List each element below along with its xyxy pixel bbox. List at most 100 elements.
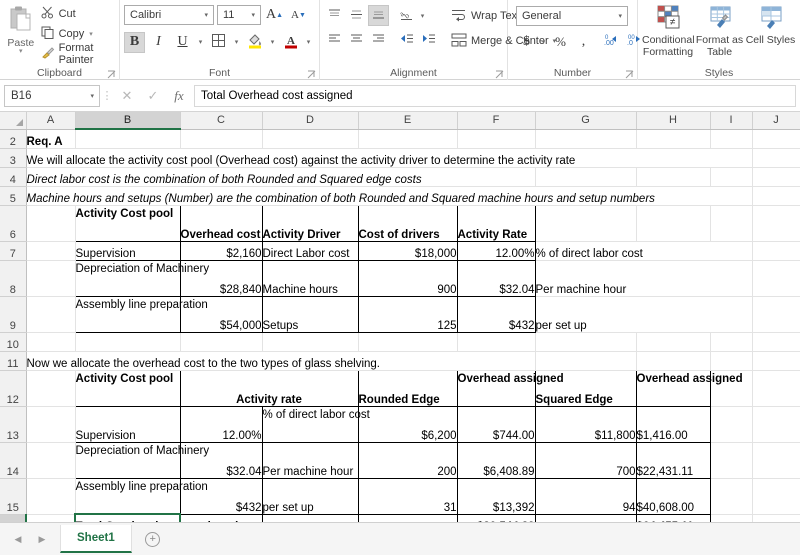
- cell-a15[interactable]: [26, 478, 75, 514]
- cell-d13[interactable]: % of direct labor cost: [262, 406, 358, 442]
- cell-e9[interactable]: 125: [358, 296, 457, 332]
- cell-h13[interactable]: $1,416.00: [636, 406, 710, 442]
- align-left-button[interactable]: [324, 29, 345, 50]
- paste-button[interactable]: Paste ▾: [4, 3, 38, 55]
- cell-g4[interactable]: [535, 167, 636, 186]
- number-format-combo[interactable]: General ▾: [516, 6, 628, 26]
- cell-a16[interactable]: [26, 514, 75, 522]
- cell-b14[interactable]: Depreciation of Machinery: [75, 442, 180, 478]
- align-middle-button[interactable]: [346, 5, 367, 26]
- cell-d9[interactable]: Setups: [262, 296, 358, 332]
- copy-button[interactable]: Copy ▾: [38, 25, 115, 43]
- cell-i7[interactable]: [710, 241, 752, 260]
- cell-d10[interactable]: [262, 332, 358, 351]
- row-header[interactable]: 14: [0, 442, 26, 478]
- currency-format-button[interactable]: $: [516, 31, 537, 52]
- cell-h6[interactable]: [636, 205, 710, 241]
- cell-j16[interactable]: [752, 514, 800, 522]
- font-name-combo[interactable]: Calibri ▾: [124, 5, 214, 25]
- column-header-c[interactable]: C: [180, 112, 262, 129]
- previous-sheet-button[interactable]: ◀: [6, 527, 30, 551]
- cell-c7[interactable]: $2,160: [180, 241, 262, 260]
- clipboard-dialog-launcher[interactable]: [107, 70, 116, 79]
- cell-j3[interactable]: [752, 148, 800, 167]
- cell-h11[interactable]: [636, 351, 710, 370]
- cell-j8[interactable]: [752, 260, 800, 296]
- row-header[interactable]: 5: [0, 186, 26, 205]
- cell-g7[interactable]: % of direct labor cost: [535, 241, 710, 260]
- cell-j9[interactable]: [752, 296, 800, 332]
- increase-decimal-button[interactable]: .00 0: [602, 31, 623, 52]
- cell-a5[interactable]: Machine hours and setups (Number) are th…: [26, 186, 710, 205]
- font-color-button[interactable]: A: [280, 32, 301, 53]
- bold-button[interactable]: B: [124, 32, 145, 53]
- format-as-table-button[interactable]: Format as Table: [694, 4, 745, 58]
- cell-j14[interactable]: [752, 442, 800, 478]
- cell-j13[interactable]: [752, 406, 800, 442]
- cell-a2[interactable]: Req. A: [26, 129, 75, 148]
- row-header[interactable]: 7: [0, 241, 26, 260]
- underline-dropdown-caret[interactable]: ▾: [196, 38, 205, 46]
- cell-cd12-merged[interactable]: Activity rate: [180, 370, 358, 406]
- row-header[interactable]: 6: [0, 205, 26, 241]
- column-header-e[interactable]: E: [358, 112, 457, 129]
- cell-g16[interactable]: [535, 514, 636, 522]
- cell-g2[interactable]: [535, 129, 636, 148]
- cell-c2[interactable]: [180, 129, 262, 148]
- select-all-corner[interactable]: [0, 112, 26, 129]
- column-header-h[interactable]: H: [636, 112, 710, 129]
- cell-j12[interactable]: [752, 370, 800, 406]
- font-dialog-launcher[interactable]: [307, 70, 316, 79]
- row-header[interactable]: 11: [0, 351, 26, 370]
- cell-d6[interactable]: Activity Driver: [262, 205, 358, 241]
- cell-i2[interactable]: [710, 129, 752, 148]
- cell-a11[interactable]: Now we allocate the overhead cost to the…: [26, 351, 457, 370]
- name-box[interactable]: B16 ▾: [4, 85, 100, 107]
- cell-i10[interactable]: [710, 332, 752, 351]
- enter-formula-button[interactable]: ✓: [140, 85, 166, 107]
- cell-i14[interactable]: [710, 442, 752, 478]
- cell-j5[interactable]: [752, 186, 800, 205]
- italic-button[interactable]: I: [148, 32, 169, 53]
- fill-color-dropdown-caret[interactable]: ▾: [268, 38, 277, 46]
- cell-e2[interactable]: [358, 129, 457, 148]
- cell-a3[interactable]: We will allocate the activity cost pool …: [26, 148, 710, 167]
- cell-f10[interactable]: [457, 332, 535, 351]
- column-header-d[interactable]: D: [262, 112, 358, 129]
- increase-indent-button[interactable]: [418, 29, 439, 50]
- row-header[interactable]: 3: [0, 148, 26, 167]
- cell-a6[interactable]: [26, 205, 75, 241]
- cell-h14[interactable]: $22,431.11: [636, 442, 710, 478]
- cell-i3[interactable]: [710, 148, 752, 167]
- cell-a8[interactable]: [26, 260, 75, 296]
- cell-j2[interactable]: [752, 129, 800, 148]
- cell-f16[interactable]: $20,544.89: [457, 514, 535, 522]
- cell-d14[interactable]: Per machine hour: [262, 442, 358, 478]
- row-header[interactable]: 13: [0, 406, 26, 442]
- cell-a13[interactable]: [26, 406, 75, 442]
- cell-f11[interactable]: [457, 351, 535, 370]
- cell-d7[interactable]: Direct Labor cost: [262, 241, 358, 260]
- cell-a14[interactable]: [26, 442, 75, 478]
- cell-i15[interactable]: [710, 478, 752, 514]
- number-dialog-launcher[interactable]: [625, 70, 634, 79]
- add-sheet-button[interactable]: +: [140, 526, 166, 552]
- cell-e8[interactable]: 900: [358, 260, 457, 296]
- column-header-a[interactable]: A: [26, 112, 75, 129]
- next-sheet-button[interactable]: ▶: [30, 527, 54, 551]
- conditional-formatting-button[interactable]: ≠ Conditional Formatting: [642, 4, 694, 58]
- cell-i6[interactable]: [710, 205, 752, 241]
- cell-e13[interactable]: $6,200: [358, 406, 457, 442]
- cell-b13[interactable]: Supervision: [75, 406, 180, 442]
- column-header-g[interactable]: G: [535, 112, 636, 129]
- cell-d15[interactable]: per set up: [262, 478, 358, 514]
- cell-h2[interactable]: [636, 129, 710, 148]
- cell-a12[interactable]: [26, 370, 75, 406]
- align-center-button[interactable]: [346, 29, 367, 50]
- comma-format-button[interactable]: ,: [573, 31, 594, 52]
- format-painter-button[interactable]: Format Painter: [38, 45, 115, 63]
- cell-e7[interactable]: $18,000: [358, 241, 457, 260]
- cell-h10[interactable]: [636, 332, 710, 351]
- borders-button[interactable]: [208, 32, 229, 53]
- cell-i16[interactable]: [710, 514, 752, 522]
